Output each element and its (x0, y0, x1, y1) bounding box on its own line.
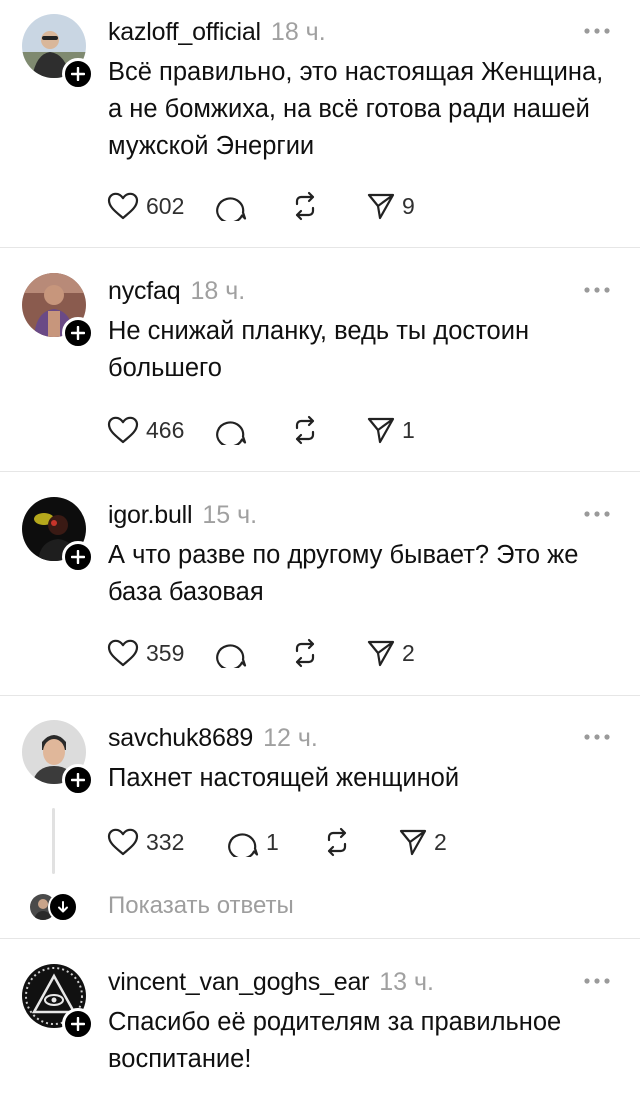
plus-icon (71, 67, 85, 81)
follow-button[interactable] (62, 541, 94, 573)
like-count: 602 (146, 192, 185, 219)
more-dots-icon[interactable] (582, 507, 612, 521)
speech-bubble-icon (216, 421, 247, 445)
speech-bubble-icon (228, 833, 259, 857)
follow-button[interactable] (62, 317, 94, 349)
repost-icon (295, 638, 315, 668)
repost-icon (327, 827, 347, 857)
more-dots-icon[interactable] (582, 24, 612, 38)
thread-line (52, 808, 55, 874)
follow-button[interactable] (62, 58, 94, 90)
timestamp: 12 ч. (263, 724, 318, 752)
more-dots-icon[interactable] (582, 730, 612, 744)
comment-header: igor.bull 15 ч. (108, 501, 257, 533)
username[interactable]: igor.bull (108, 501, 193, 530)
repost-icon (295, 191, 315, 221)
more-dots-icon[interactable] (582, 974, 612, 988)
comment-text: Пахнет настоящей женщиной (108, 764, 460, 792)
repost-button[interactable] (290, 188, 366, 224)
replies-preview[interactable] (30, 890, 78, 924)
timestamp: 18 ч. (270, 18, 326, 46)
timestamp: 13 ч. (379, 968, 435, 996)
timestamp: 15 ч. (202, 501, 258, 529)
like-count: 332 (146, 828, 185, 855)
action-bar: 359 2 (106, 635, 415, 671)
plus-icon (71, 550, 85, 564)
comment-header: savchuk8689 12 ч. (108, 724, 318, 756)
divider (0, 471, 640, 472)
timestamp: 18 ч. (190, 277, 246, 305)
share-count: 1 (402, 416, 415, 443)
repost-button[interactable] (322, 824, 398, 860)
share-button[interactable]: 2 (398, 824, 447, 860)
speech-bubble-icon (216, 644, 247, 668)
divider (0, 938, 640, 939)
reply-button[interactable] (216, 635, 290, 671)
reply-count: 1 (266, 828, 279, 855)
like-button[interactable]: 332 (106, 824, 228, 860)
reply-button[interactable] (216, 188, 290, 224)
divider (0, 695, 640, 696)
action-bar: 466 1 (106, 412, 415, 448)
more-dots-icon[interactable] (582, 283, 612, 297)
comment-text: А что разве по другому бывает? Это же ба… (108, 541, 579, 606)
action-bar: 602 9 (106, 188, 415, 224)
like-button[interactable]: 359 (106, 635, 216, 671)
heart-icon (107, 416, 139, 444)
comment-header: nycfaq 18 ч. (108, 277, 245, 309)
send-icon (399, 829, 427, 856)
heart-icon (107, 828, 139, 856)
plus-icon (71, 1017, 85, 1031)
username[interactable]: savchuk8689 (108, 724, 253, 753)
like-count: 359 (146, 639, 185, 666)
comment-text: Не снижай планку, ведь ты достоин больше… (108, 317, 530, 382)
like-button[interactable]: 602 (106, 188, 216, 224)
like-count: 466 (146, 416, 185, 443)
follow-button[interactable] (62, 764, 94, 796)
repost-icon (295, 415, 315, 445)
username[interactable]: kazloff_official (108, 18, 261, 47)
share-count: 9 (402, 192, 415, 219)
username[interactable]: nycfaq (108, 277, 181, 306)
repost-button[interactable] (290, 635, 366, 671)
arrow-down-icon[interactable] (48, 892, 78, 922)
speech-bubble-icon (216, 197, 247, 221)
share-button[interactable]: 1 (366, 412, 415, 448)
plus-icon (71, 773, 85, 787)
share-button[interactable]: 2 (366, 635, 415, 671)
send-icon (367, 193, 395, 220)
comment-text: Спасибо её родителям за правильное воспи… (108, 1008, 562, 1073)
divider (0, 247, 640, 248)
comment-header: vincent_van_goghs_ear 13 ч. (108, 968, 434, 1000)
repost-button[interactable] (290, 412, 366, 448)
heart-icon (107, 639, 139, 667)
comment-header: kazloff_official 18 ч. (108, 18, 326, 50)
reply-button[interactable]: 1 (228, 824, 322, 860)
heart-icon (107, 192, 139, 220)
plus-icon (71, 326, 85, 340)
show-replies-link[interactable]: Показать ответы (108, 892, 294, 920)
follow-button[interactable] (62, 1008, 94, 1040)
share-count: 2 (402, 639, 415, 666)
send-icon (367, 417, 395, 444)
send-icon (367, 640, 395, 667)
share-count: 2 (434, 828, 447, 855)
reply-button[interactable] (216, 412, 290, 448)
comment-text: Всё правильно, это настоящая Женщина, а … (108, 58, 604, 160)
action-bar: 332 1 2 (106, 824, 447, 860)
share-button[interactable]: 9 (366, 188, 415, 224)
username[interactable]: vincent_van_goghs_ear (108, 968, 369, 997)
like-button[interactable]: 466 (106, 412, 216, 448)
